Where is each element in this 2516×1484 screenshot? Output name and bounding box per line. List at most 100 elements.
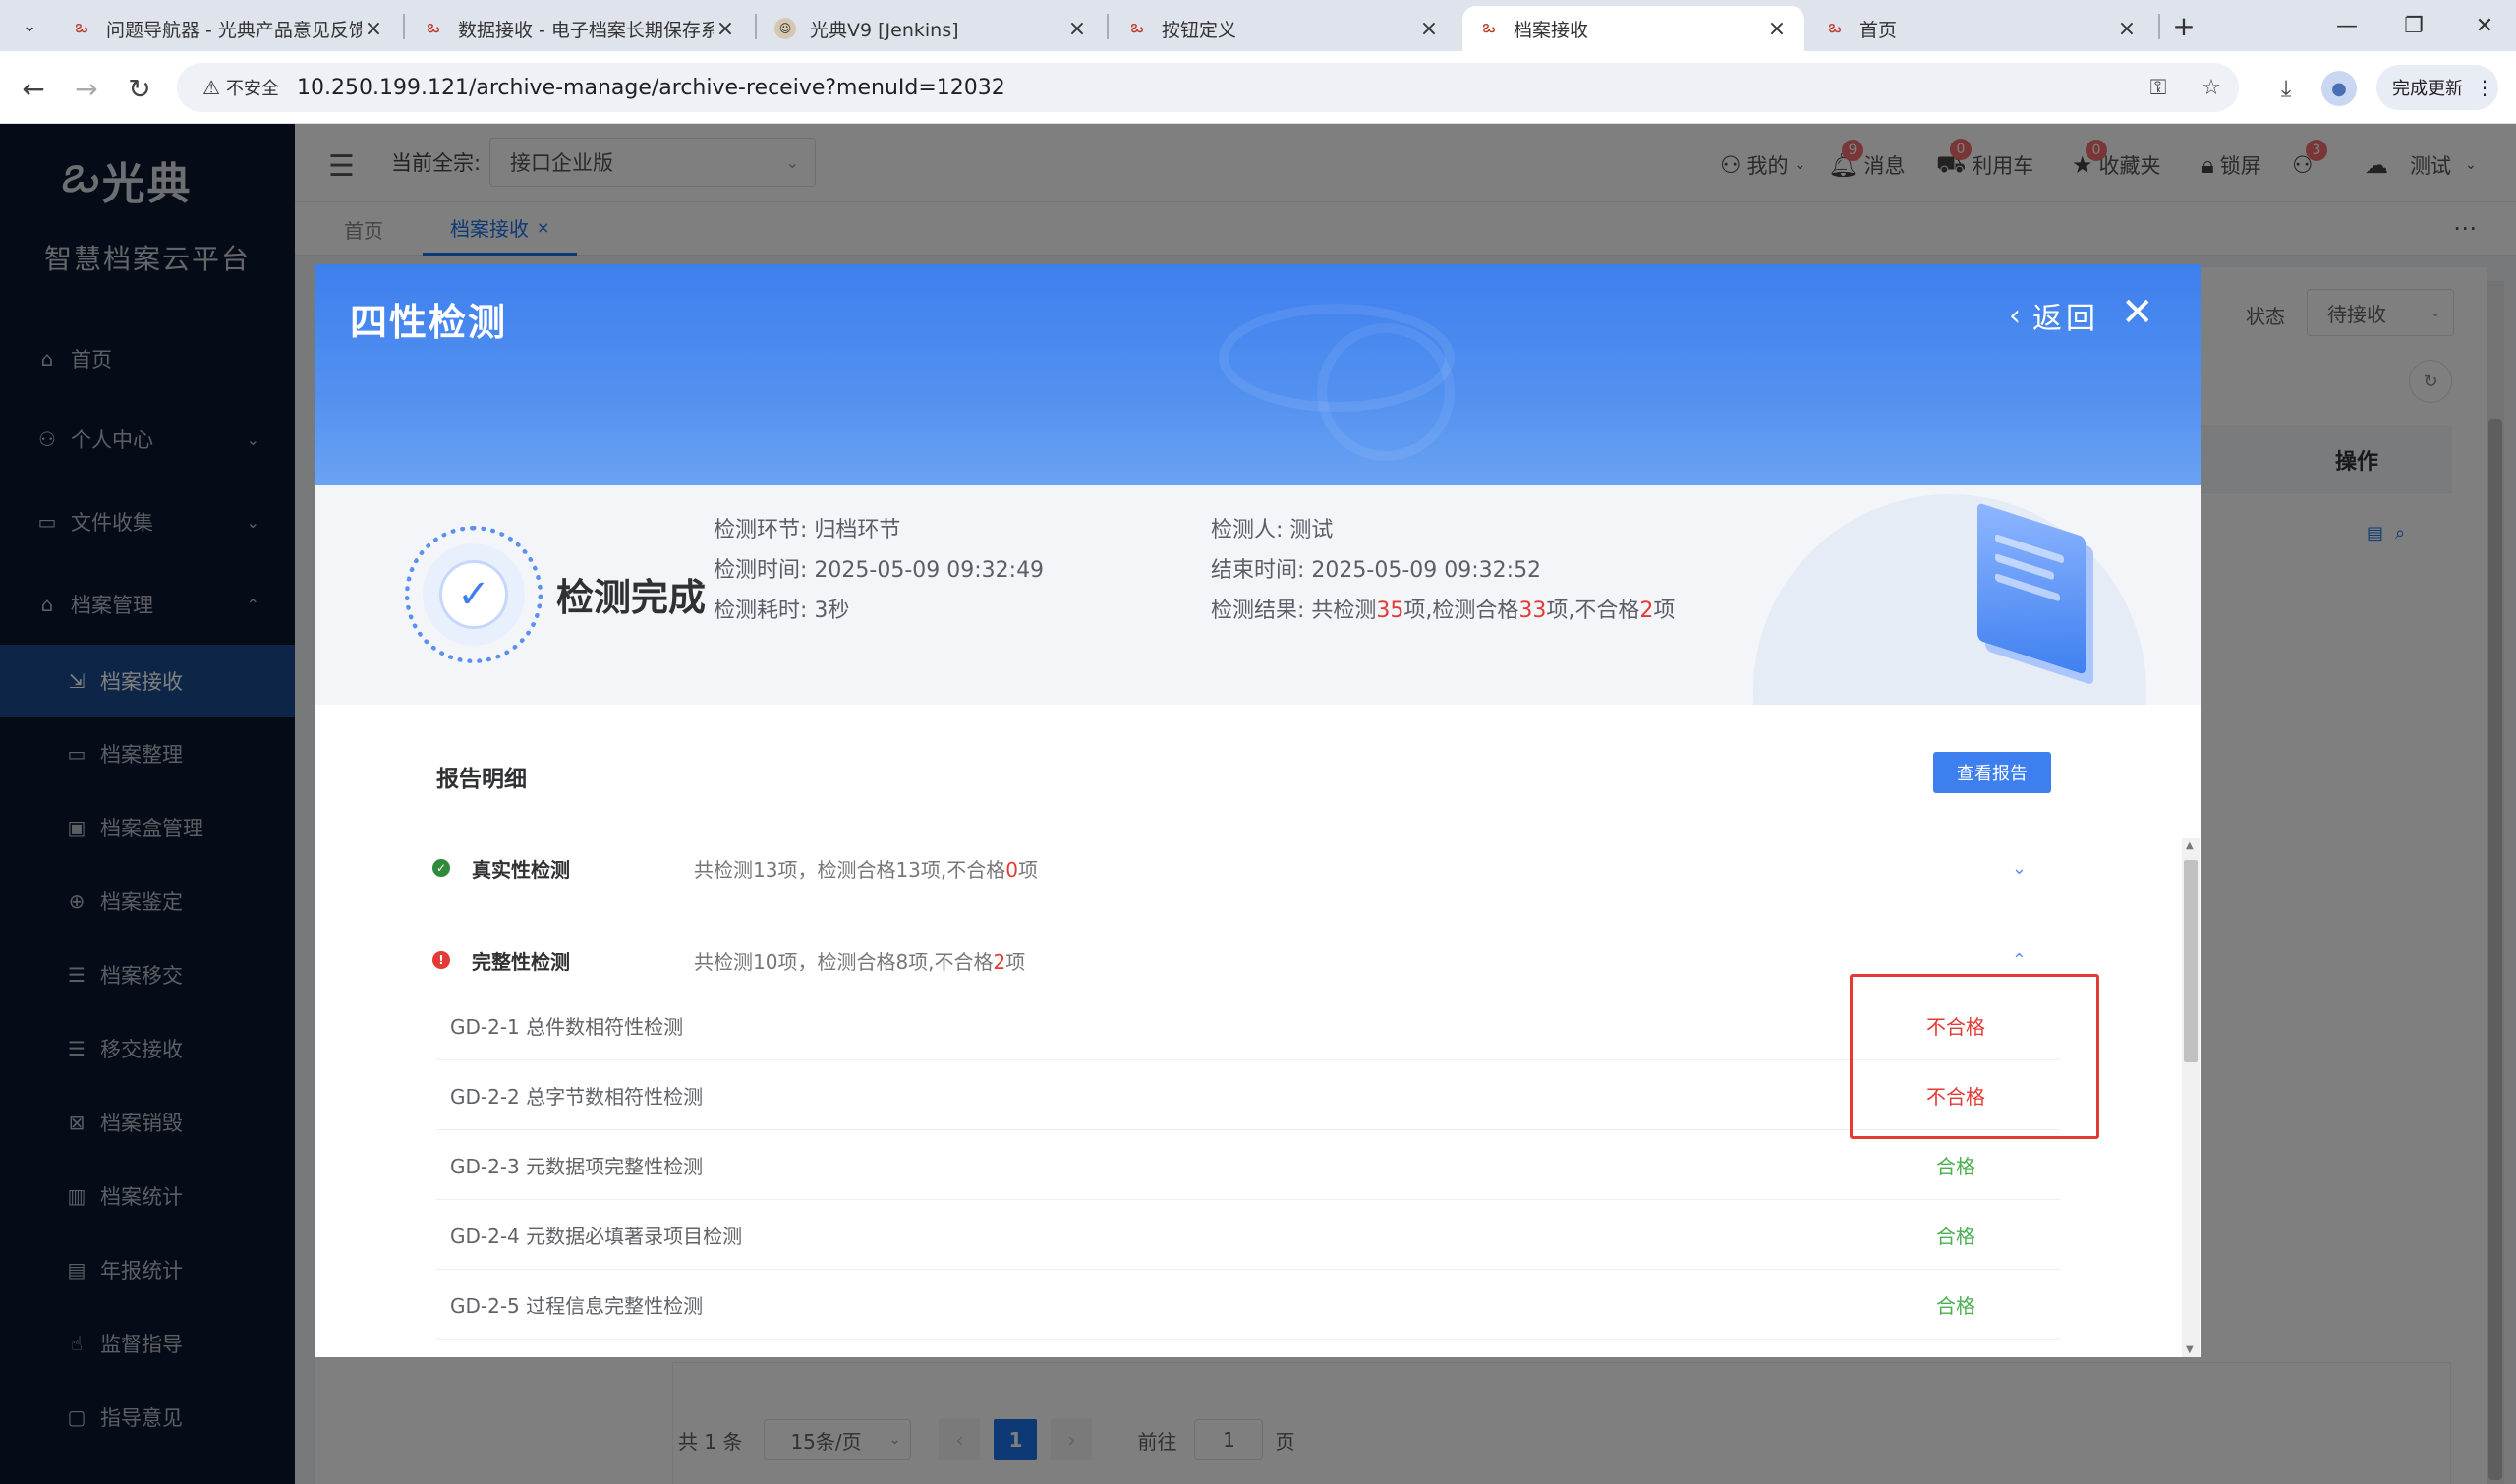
- dialog-title: 四性检测: [350, 301, 508, 344]
- dialog-close-icon[interactable]: ✕: [2121, 290, 2154, 335]
- browser-tab-strip: ⌄ ఒ 问题导航器 - 光典产品意见反馈 × ఒ 数据接收 - 电子档案长期保存…: [0, 0, 2516, 51]
- back-arrow-icon[interactable]: ←: [14, 69, 53, 108]
- view-report-button[interactable]: 查看报告: [1933, 752, 2051, 793]
- detail-row: GD-2-4 元数据必填著录项目检测 合格: [436, 1200, 2060, 1270]
- fail-highlight-box: [1850, 974, 2099, 1139]
- guangdian-favicon-icon: ఒ: [75, 16, 88, 37]
- checkmark-icon: ✓: [439, 560, 508, 629]
- restore-icon[interactable]: ❐: [2382, 6, 2445, 45]
- group-summary: 共检测13项，检测合格13项,不合格0项: [694, 854, 1038, 883]
- tab-close-icon[interactable]: ×: [362, 17, 385, 41]
- check-start-time: 检测时间: 2025-05-09 09:32:49: [714, 558, 1045, 583]
- window-close-icon[interactable]: ✕: [2453, 6, 2516, 45]
- detail-name: GD-2-5 过程信息完整性检测: [450, 1293, 704, 1318]
- result-text: 项: [1653, 599, 1676, 623]
- guangdian-favicon-icon: ఒ: [1130, 16, 1144, 37]
- download-icon[interactable]: ⤓: [2266, 69, 2306, 108]
- update-button[interactable]: 完成更新 ⋮: [2376, 65, 2498, 110]
- check-end-time: 结束时间: 2025-05-09 09:32:52: [1211, 558, 1542, 583]
- browser-tab-4[interactable]: ఒ 按钮定义 ×: [1111, 6, 1457, 51]
- check-complete-badge: ✓: [405, 526, 543, 663]
- browser-tab-5-active[interactable]: ఒ 档案接收 ×: [1462, 6, 1804, 51]
- browser-tab-3[interactable]: ☺ 光典V9 [Jenkins] ×: [759, 6, 1105, 51]
- scroll-up-icon[interactable]: ▲: [2186, 840, 2194, 851]
- summary-decoration: [1753, 494, 2146, 705]
- report-detail: 报告明细 查看报告 ✓ 真实性检测 共检测13项，检测合格13项,不合格0项 ⌄…: [314, 705, 2202, 1357]
- group-authenticity[interactable]: ✓ 真实性检测 共检测13项，检测合格13项,不合格0项 ⌄: [432, 838, 2064, 897]
- tab-search-chevron-icon[interactable]: ⌄: [14, 10, 45, 41]
- detail-row: GD-2-1 总件数相符性检测 不合格: [436, 991, 2060, 1060]
- result-pass-count: 33: [1518, 599, 1547, 623]
- chevron-left-icon: ‹: [2009, 298, 2025, 333]
- detail-result: 合格: [1936, 1224, 1975, 1248]
- scrollbar-thumb[interactable]: [2184, 860, 2198, 1062]
- address-bar[interactable]: ⚠ 不安全 10.250.199.121/archive-manage/arch…: [177, 63, 2239, 112]
- group-summary-text: 共检测13项，检测合格13项,不合格: [694, 857, 1006, 882]
- password-key-icon[interactable]: ⚿: [2141, 71, 2176, 104]
- tab-close-icon[interactable]: ×: [714, 17, 737, 41]
- browser-tab-1[interactable]: ఒ 问题导航器 - 光典产品意见反馈 ×: [55, 6, 401, 51]
- not-secure-chip[interactable]: ⚠ 不安全: [191, 71, 291, 104]
- more-vertical-icon: ⋮: [2475, 76, 2494, 99]
- forward-arrow-icon[interactable]: →: [67, 69, 106, 108]
- detail-name: GD-2-3 元数据项完整性检测: [450, 1154, 704, 1178]
- dialog-header: 四性检测 ‹ 返回 ✕: [314, 264, 2202, 485]
- group-summary-unit: 项: [1018, 857, 1038, 882]
- detail-row: GD-2-2 总字节数相符性检测 不合格: [436, 1060, 2060, 1130]
- report-scrollbar[interactable]: ▲ ▼: [2182, 838, 2200, 1357]
- warning-triangle-icon: ⚠: [202, 76, 220, 99]
- tab-separator: [1107, 14, 1109, 39]
- check-status-text: 检测完成: [556, 576, 707, 619]
- tab-close-icon[interactable]: ×: [1417, 17, 1441, 41]
- group-fail-count: 0: [1005, 857, 1018, 882]
- check-summary: ✓ 检测完成 检测环节: 归档环节 检测时间: 2025-05-09 09:32…: [314, 485, 2202, 705]
- check-result: 检测结果: 共检测35项,检测合格33项,不合格2项: [1211, 593, 1675, 624]
- tab-title: 首页: [1859, 19, 1898, 41]
- browser-tab-6[interactable]: ఒ 首页 ×: [1808, 6, 2154, 51]
- guangdian-favicon-icon: ఒ: [427, 16, 440, 37]
- tab-separator: [2158, 14, 2160, 39]
- check-circle-icon: ✓: [432, 859, 450, 877]
- detail-name: GD-2-1 总件数相符性检测: [450, 1014, 684, 1039]
- detail-row: GD-2-3 元数据项完整性检测 合格: [436, 1130, 2060, 1200]
- new-tab-plus-icon[interactable]: +: [2166, 10, 2202, 42]
- tab-title: 档案接收: [1514, 19, 1589, 41]
- back-label: 返回: [2032, 302, 2099, 336]
- reload-icon[interactable]: ↻: [120, 69, 159, 108]
- detail-name: GD-2-2 总字节数相符性检测: [450, 1084, 704, 1109]
- minimize-icon[interactable]: —: [2316, 6, 2378, 45]
- result-fail-count: 2: [1639, 599, 1654, 623]
- result-text: 项,不合格: [1546, 599, 1640, 623]
- group-summary-text: 共检测10项，检测合格8项,不合格: [694, 949, 994, 974]
- url-text[interactable]: 10.250.199.121/archive-manage/archive-re…: [297, 63, 1005, 112]
- chevron-down-icon[interactable]: ⌄: [2012, 858, 2027, 879]
- check-duration: 检测耗时: 3秒: [714, 599, 850, 623]
- detail-result: 合格: [1936, 1293, 1975, 1318]
- error-circle-icon: !: [432, 951, 450, 969]
- detail-result: 合格: [1936, 1154, 1975, 1178]
- profile-avatar-icon[interactable]: ●: [2321, 71, 2357, 106]
- tab-title: 问题导航器 - 光典产品意见反馈: [106, 19, 362, 41]
- tab-close-icon[interactable]: ×: [1065, 17, 1089, 41]
- header-decoration: [1317, 323, 1455, 461]
- scroll-down-icon[interactable]: ▼: [2186, 1344, 2194, 1355]
- back-button[interactable]: ‹ 返回: [2009, 294, 2099, 337]
- tab-close-icon[interactable]: ×: [2115, 17, 2139, 41]
- group-integrity[interactable]: ! 完整性检测 共检测10项，检测合格8项,不合格2项 ⌃: [432, 931, 2064, 990]
- browser-tab-2[interactable]: ఒ 数据接收 - 电子档案长期保存系 ×: [407, 6, 753, 51]
- bookmark-star-icon[interactable]: ☆: [2194, 71, 2229, 104]
- group-name: 完整性检测: [472, 949, 570, 974]
- report-detail-title: 报告明细: [436, 767, 527, 792]
- result-text: 项,检测合格: [1403, 599, 1519, 623]
- chevron-up-icon[interactable]: ⌃: [2012, 950, 2027, 971]
- group-summary-unit: 项: [1005, 949, 1026, 974]
- tab-separator: [403, 14, 405, 39]
- check-ring-inner: ✓: [423, 543, 525, 646]
- tab-close-icon[interactable]: ×: [1765, 17, 1789, 41]
- group-fail-count: 2: [993, 949, 1006, 974]
- report-scroll-area[interactable]: ✓ 真实性检测 共检测13项，检测合格13项,不合格0项 ⌄ ! 完整性检测 共…: [314, 838, 2202, 1357]
- guangdian-favicon-icon: ఒ: [1482, 16, 1496, 37]
- four-property-check-dialog: 四性检测 ‹ 返回 ✕ ✓ 检测完成 检测环节: 归档环节 检测时间: 2025…: [314, 264, 2202, 1357]
- not-secure-label: 不安全: [225, 79, 279, 99]
- tab-separator: [755, 14, 757, 39]
